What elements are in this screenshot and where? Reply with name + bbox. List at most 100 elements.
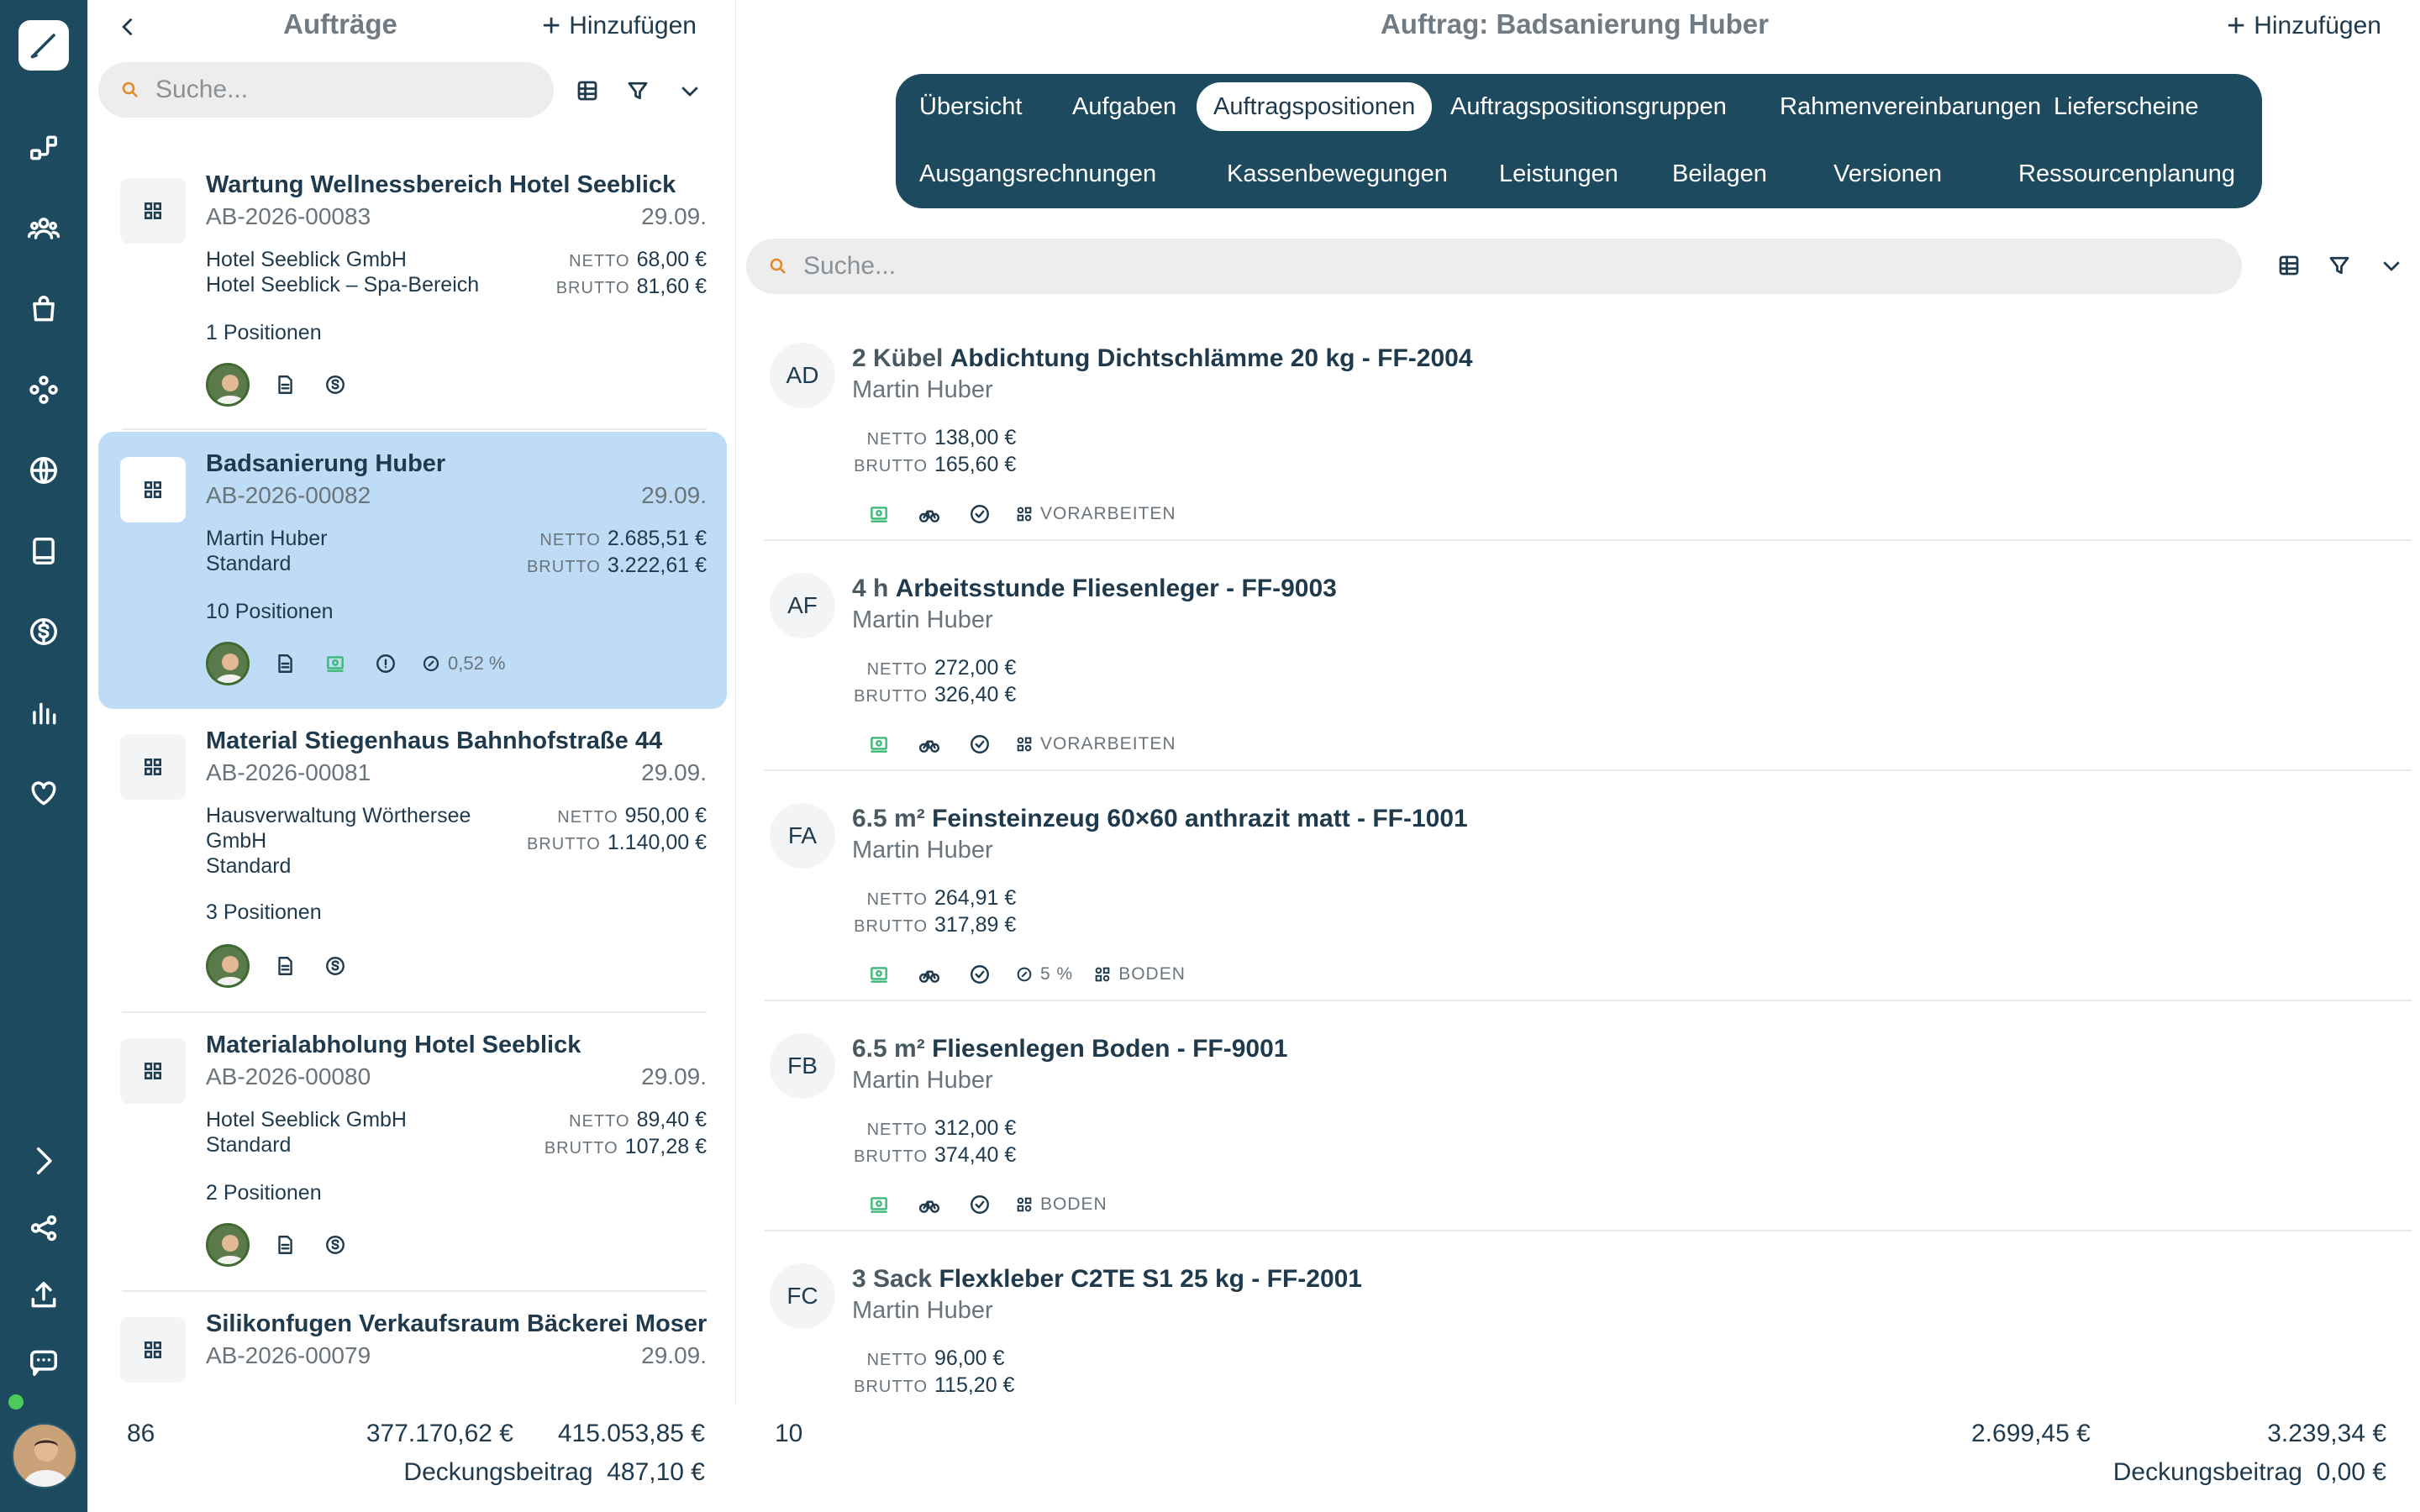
assignee-avatar[interactable] — [206, 944, 250, 988]
bicycle-icon[interactable] — [914, 1189, 944, 1220]
tab-rahmenvereinbarungen[interactable]: Rahmenvereinbarungen — [1763, 82, 2058, 131]
customer-sub: Standard — [206, 854, 292, 878]
order-date: 29.09. — [641, 759, 707, 785]
dollar-icon[interactable] — [25, 613, 62, 650]
check-circle-icon[interactable] — [965, 959, 995, 990]
tab-auftragspositionen[interactable]: Auftragspositionen — [1197, 82, 1433, 131]
brutto-value: 81,60 € — [636, 275, 707, 298]
document-icon[interactable] — [270, 1230, 300, 1260]
check-circle-icon[interactable] — [965, 729, 995, 759]
document-icon[interactable] — [270, 951, 300, 981]
position-item[interactable]: AD 2 Kübel Abdichtung Dichtschlämme 20 k… — [765, 311, 2412, 541]
order-card[interactable]: Silikonfugen Verkaufsraum Bäckerei Moser… — [98, 1292, 727, 1401]
order-card[interactable]: Wartung Wellnessbereich Hotel Seeblick A… — [98, 153, 727, 430]
tab-beilagen[interactable]: Beilagen — [1655, 150, 1784, 198]
info-icon[interactable] — [371, 648, 401, 679]
grid-icon — [120, 1038, 186, 1104]
book-icon[interactable] — [25, 533, 62, 570]
table-view-icon[interactable] — [2272, 249, 2306, 282]
netto-label: NETTO — [866, 660, 928, 679]
dollar-circle-icon[interactable] — [320, 951, 350, 981]
add-position-button[interactable]: + Hinzufügen — [2227, 10, 2381, 42]
group-icon — [1017, 737, 1032, 752]
position-item[interactable]: FB 6.5 m² Fliesenlegen Boden - FF-9001 M… — [765, 1001, 2412, 1231]
position-group-tag[interactable]: BODEN — [1015, 1194, 1107, 1215]
position-item[interactable]: FA 6.5 m² Feinsteinzeug 60×60 anthrazit … — [765, 771, 2412, 1001]
discount-tag[interactable]: 5 % — [1015, 964, 1073, 984]
position-item[interactable]: AF 4 h Arbeitsstunde Fliesenleger - FF-9… — [765, 541, 2412, 771]
bicycle-icon[interactable] — [914, 959, 944, 990]
table-view-icon[interactable] — [571, 74, 604, 108]
chat-icon[interactable] — [25, 1344, 62, 1381]
bar-chart-icon[interactable] — [25, 694, 62, 731]
tab-kassenbewegungen[interactable]: Kassenbewegungen — [1210, 150, 1465, 198]
check-circle-icon[interactable] — [965, 1189, 995, 1220]
share-icon[interactable] — [25, 1210, 62, 1247]
user-avatar[interactable] — [12, 1423, 77, 1488]
order-card-selected[interactable]: Badsanierung Huber AB-2026-00082 29.09. … — [98, 432, 727, 709]
order-detail-title: Auftrag: Badsanierung Huber — [1380, 8, 1770, 39]
position-customer: Martin Huber — [852, 376, 993, 403]
order-card[interactable]: Materialabholung Hotel Seeblick AB-2026-… — [98, 1013, 727, 1292]
bicycle-icon[interactable] — [914, 729, 944, 759]
assignee-avatar[interactable] — [206, 363, 250, 407]
tab-ressourcenplanung[interactable]: Ressourcenplanung — [2002, 150, 2252, 198]
position-group-tag[interactable]: VORARBEITEN — [1015, 734, 1176, 754]
tab-aufgaben[interactable]: Aufgaben — [1055, 82, 1193, 131]
invoice-icon[interactable] — [320, 648, 350, 679]
netto-value: 312,00 € — [934, 1116, 1017, 1140]
invoice-icon[interactable] — [864, 1189, 894, 1220]
position-icons: BODEN — [864, 1189, 1107, 1220]
customer-name: Hotel Seeblick GmbH — [206, 248, 407, 271]
tab-versionen[interactable]: Versionen — [1817, 150, 1959, 198]
db-value: 0,00 € — [2316, 1458, 2386, 1486]
dollar-circle-icon[interactable] — [320, 370, 350, 400]
brutto-label: BRUTTO — [555, 279, 630, 297]
app-logo-icon[interactable] — [18, 20, 69, 71]
shopping-bag-icon[interactable] — [25, 291, 62, 328]
invoice-icon[interactable] — [864, 499, 894, 529]
upload-icon[interactable] — [25, 1277, 62, 1314]
invoice-icon[interactable] — [864, 959, 894, 990]
order-card[interactable]: Material Stiegenhaus Bahnhofstraße 44 AB… — [98, 709, 727, 1013]
check-circle-icon[interactable] — [965, 499, 995, 529]
expand-chevron-icon[interactable] — [25, 1142, 62, 1179]
heart-icon[interactable] — [25, 774, 62, 811]
document-icon[interactable] — [270, 370, 300, 400]
tab-leistungen[interactable]: Leistungen — [1482, 150, 1635, 198]
orders-search-input[interactable]: Suche... — [98, 62, 554, 118]
position-name: Arbeitsstunde Fliesenleger - FF-9003 — [895, 575, 1337, 602]
customer-sub: Hotel Seeblick – Spa-Bereich — [206, 273, 480, 297]
chevron-down-icon[interactable] — [673, 74, 707, 108]
dollar-circle-icon[interactable] — [320, 1230, 350, 1260]
tab-auftragspositionsgruppen[interactable]: Auftragspositionsgruppen — [1434, 82, 1744, 131]
positions-search-input[interactable]: Suche... — [746, 239, 2242, 294]
filter-icon[interactable] — [621, 74, 655, 108]
users-icon[interactable] — [25, 210, 62, 247]
components-icon[interactable] — [25, 371, 62, 408]
document-icon[interactable] — [270, 648, 300, 679]
grid-icon — [120, 734, 186, 800]
position-item[interactable]: FC 3 Sack Flexkleber C2TE S1 25 kg - FF-… — [765, 1231, 2412, 1399]
order-title: Badsanierung Huber — [206, 450, 446, 477]
position-name: Abdichtung Dichtschlämme 20 kg - FF-2004 — [950, 344, 1473, 372]
chevron-down-icon[interactable] — [2375, 249, 2408, 282]
position-group-tag[interactable]: BODEN — [1093, 964, 1186, 984]
globe-icon[interactable] — [25, 452, 62, 489]
bicycle-icon[interactable] — [914, 499, 944, 529]
invoice-icon[interactable] — [864, 729, 894, 759]
brutto-value: 1.140,00 € — [607, 831, 707, 854]
position-title: 4 h Arbeitsstunde Fliesenleger - FF-9003 — [852, 575, 1337, 603]
position-group-tag[interactable]: VORARBEITEN — [1015, 504, 1176, 524]
orders-count: 86 — [127, 1420, 155, 1447]
brutto-value: 374,40 € — [934, 1143, 1017, 1167]
tab-uebersicht[interactable]: Übersicht — [902, 82, 1039, 131]
add-order-button[interactable]: + Hinzufügen — [542, 10, 697, 42]
assignee-avatar[interactable] — [206, 1223, 250, 1267]
filter-icon[interactable] — [2323, 249, 2356, 282]
workflow-icon[interactable] — [25, 129, 62, 166]
detail-tabs: Übersicht Aufgaben Auftragspositionen Au… — [896, 74, 2262, 208]
tab-lieferscheine[interactable]: Lieferscheine — [2037, 82, 2216, 131]
tab-ausgangsrechnungen[interactable]: Ausgangsrechnungen — [902, 150, 1173, 198]
assignee-avatar[interactable] — [206, 642, 250, 685]
